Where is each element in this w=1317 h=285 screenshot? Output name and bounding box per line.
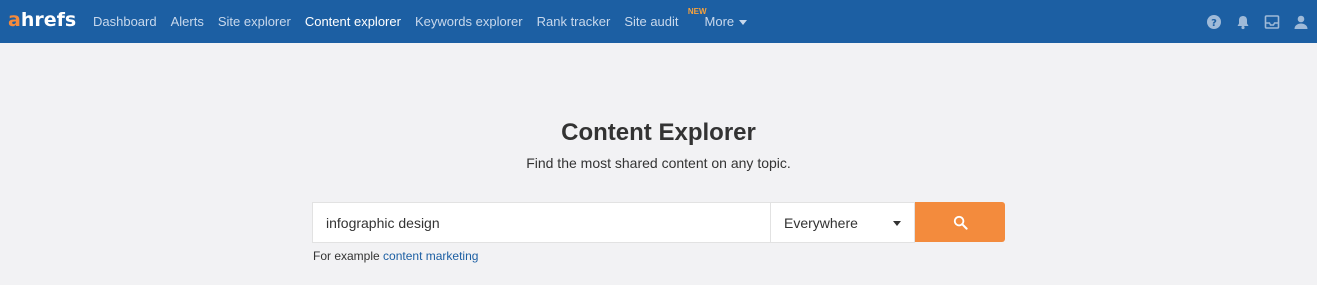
- example-hint: For example content marketing: [313, 248, 478, 264]
- page-subtitle: Find the most shared content on any topi…: [526, 155, 791, 171]
- logo-text: hrefs: [20, 9, 77, 31]
- search-bar: Everywhere: [312, 202, 1005, 243]
- nav-item-more-label: More: [704, 14, 735, 29]
- nav-item-keywords-explorer[interactable]: Keywords explorer: [408, 0, 530, 43]
- example-prefix: For example: [313, 249, 380, 263]
- nav-item-site-explorer[interactable]: Site explorer: [211, 0, 298, 43]
- example-link[interactable]: content marketing: [383, 249, 478, 263]
- bell-icon[interactable]: [1235, 14, 1251, 30]
- chevron-down-icon: [739, 20, 748, 26]
- chevron-down-icon: [893, 221, 901, 226]
- top-nav-bar: a hrefs Dashboard Alerts Site explorer Co…: [0, 0, 1317, 43]
- main-nav: Dashboard Alerts Site explorer Content e…: [86, 0, 754, 43]
- search-button[interactable]: [915, 202, 1005, 242]
- inbox-icon[interactable]: [1264, 14, 1280, 30]
- scope-dropdown-value: Everywhere: [784, 214, 858, 231]
- nav-icon-group: ?: [1206, 0, 1309, 43]
- search-icon: [953, 215, 968, 230]
- nav-item-content-explorer[interactable]: Content explorer: [298, 0, 408, 43]
- page-title: Content Explorer: [561, 119, 756, 146]
- logo-accent-letter: a: [8, 9, 21, 31]
- search-input[interactable]: [312, 202, 770, 243]
- ahrefs-logo[interactable]: a hrefs: [8, 9, 76, 31]
- user-icon[interactable]: [1293, 14, 1309, 30]
- nav-item-alerts[interactable]: Alerts: [164, 0, 211, 43]
- nav-item-more[interactable]: More: [698, 0, 755, 43]
- nav-item-rank-tracker[interactable]: Rank tracker: [530, 0, 618, 43]
- scope-dropdown[interactable]: Everywhere: [770, 202, 915, 243]
- nav-item-dashboard[interactable]: Dashboard: [86, 0, 164, 43]
- help-icon[interactable]: ?: [1206, 14, 1222, 30]
- nav-item-site-audit-label: Site audit: [624, 14, 679, 29]
- svg-text:?: ?: [1211, 18, 1217, 29]
- nav-item-site-audit[interactable]: Site audit NEW: [617, 0, 706, 43]
